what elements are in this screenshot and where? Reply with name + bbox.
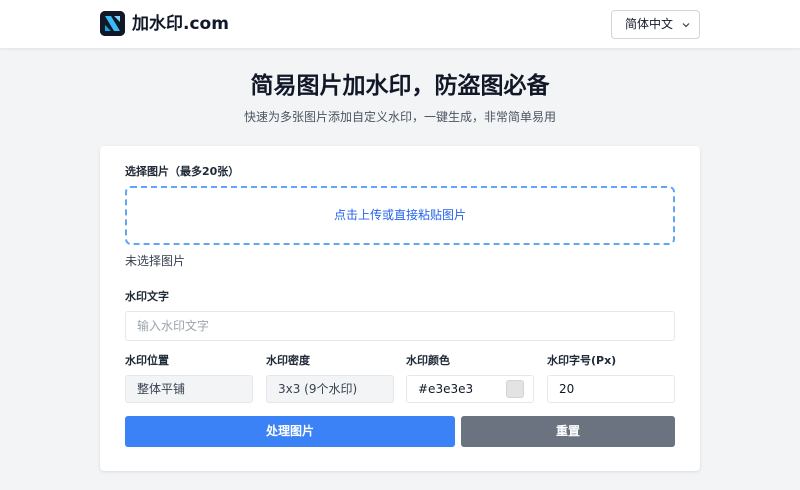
brand-name[interactable]: 加水印.com xyxy=(132,12,229,36)
watermark-font-size-input[interactable]: 20 xyxy=(547,375,675,403)
watermark-position-label: 水印位置 xyxy=(125,354,169,367)
watermark-font-size-value: 20 xyxy=(559,382,575,396)
process-image-button[interactable]: 处理图片 xyxy=(125,416,455,447)
watermark-position-value: 整体平铺 xyxy=(137,382,186,396)
brand-logo-icon[interactable] xyxy=(100,11,125,36)
page-subtitle: 快速为多张图片添加自定义水印，一键生成，非常简单易用 xyxy=(243,110,556,124)
top-header: 加水印.com 简体中文 xyxy=(0,0,800,48)
reset-button[interactable]: 重置 xyxy=(461,416,675,447)
no-image-status: 未选择图片 xyxy=(125,254,186,268)
watermark-position-select[interactable]: 整体平铺 xyxy=(125,375,253,403)
image-upload-dropzone[interactable]: 点击上传或直接粘贴图片 xyxy=(125,186,675,245)
watermark-color-value: #e3e3e3 xyxy=(418,382,474,396)
language-select-value: 简体中文 xyxy=(625,17,674,31)
color-swatch[interactable] xyxy=(506,380,524,398)
chevron-down-icon xyxy=(682,23,690,28)
watermark-text-placeholder: 输入水印文字 xyxy=(137,319,210,333)
watermark-color-label: 水印颜色 xyxy=(406,354,450,367)
image-select-label: 选择图片（最多20张） xyxy=(125,165,240,178)
watermark-text-label: 水印文字 xyxy=(125,290,169,303)
watermark-font-size-label: 水印字号(Px) xyxy=(547,354,617,367)
watermark-density-select[interactable]: 3x3 (9个水印) xyxy=(266,375,394,403)
language-select[interactable]: 简体中文 xyxy=(611,10,700,39)
watermark-density-label: 水印密度 xyxy=(266,354,310,367)
watermark-color-input[interactable]: #e3e3e3 xyxy=(406,375,534,403)
page-title: 简易图片加水印，防盗图必备 xyxy=(250,73,550,99)
watermark-text-input[interactable]: 输入水印文字 xyxy=(125,311,675,341)
watermark-form-card: 选择图片（最多20张） 点击上传或直接粘贴图片 未选择图片 水印文字 输入水印文… xyxy=(100,146,700,471)
watermark-density-value: 3x3 (9个水印) xyxy=(278,382,358,396)
upload-prompt-text: 点击上传或直接粘贴图片 xyxy=(333,208,466,222)
